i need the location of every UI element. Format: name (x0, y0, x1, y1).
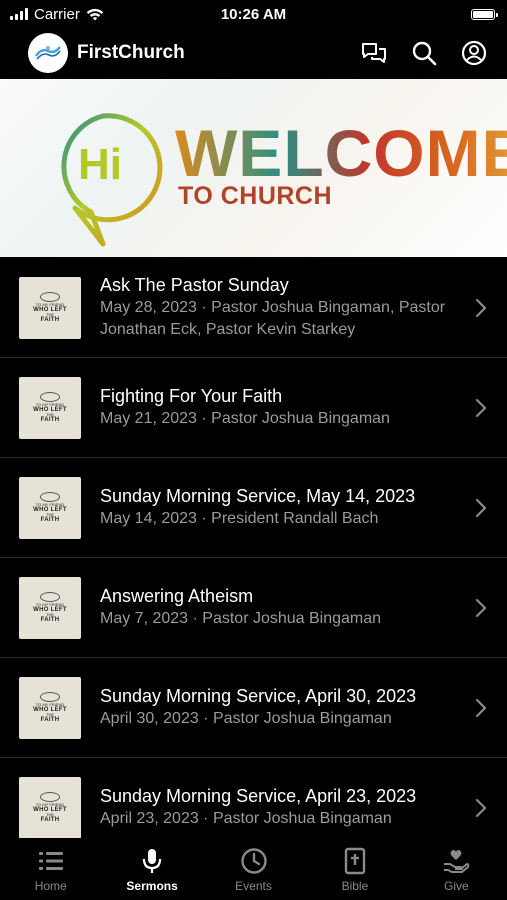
status-left: Carrier (0, 6, 104, 23)
status-bar: Carrier 10:26 AM (0, 0, 507, 28)
sermon-text: Fighting For Your Faith May 21, 2023 · Pa… (100, 385, 460, 430)
sermon-title: Answering Atheism (100, 586, 254, 606)
signal-icon (10, 8, 28, 20)
tab-give[interactable]: Give (406, 838, 507, 900)
header-actions (361, 40, 507, 66)
sermon-title: Fighting For Your Faith (100, 386, 283, 406)
sermon-title: Sunday Morning Service, April 30, 2023 (100, 686, 417, 706)
welcome-banner: Hi WELCOME TO CHURCH (0, 79, 507, 257)
status-right (471, 8, 507, 20)
sermon-thumbnail: TO MY FRIEND WHO LEFT THE FAITH (19, 676, 81, 739)
chevron-right-icon (475, 498, 487, 517)
sermon-meta: May 21, 2023 · Pastor Joshua Bingaman (100, 410, 390, 427)
sermon-row[interactable]: TO MY FRIEND WHO LEFT THE FAITH Ask The Past… (0, 258, 507, 358)
chevron-right-icon (475, 398, 487, 417)
wifi-icon (86, 8, 104, 20)
sermon-row[interactable]: TO MY FRIEND WHO LEFT THE FAITH Fighting For… (0, 358, 507, 458)
sermon-text: Answering Atheism May 7, 2023 · Pastor Jo… (100, 585, 460, 630)
tab-label: Give (443, 879, 469, 893)
tab-label: Sermons (126, 879, 178, 893)
sermon-meta: May 14, 2023 · President Randall Bach (100, 510, 379, 527)
chevron-right-icon (475, 698, 487, 717)
sermon-thumbnail: TO MY FRIEND WHO LEFT THE FAITH (19, 376, 81, 439)
sermon-row[interactable]: TO MY FRIEND WHO LEFT THE FAITH Answering At… (0, 558, 507, 658)
sermon-text: Sunday Morning Service, May 14, 2023 May … (100, 485, 460, 530)
sermon-text: Ask The Pastor Sunday May 28, 2023 · Past… (100, 274, 460, 341)
tab-label: Events (235, 879, 272, 893)
give-hand-heart-icon (442, 847, 470, 875)
hero-hi: Hi (78, 140, 122, 189)
thumbnail-line: FAITH (40, 417, 60, 423)
hero-subtitle: TO CHURCH (178, 182, 333, 210)
sermon-row[interactable]: TO MY FRIEND WHO LEFT THE FAITH Sunday Morni… (0, 458, 507, 558)
thumbnail-line: FAITH (40, 717, 60, 723)
sermon-title: Ask The Pastor Sunday (100, 275, 289, 295)
chat-bubbles-icon[interactable] (361, 41, 387, 65)
sermon-meta: April 30, 2023 · Pastor Joshua Bingaman (100, 710, 392, 727)
thumbnail-line: FAITH (40, 817, 60, 823)
profile-icon[interactable] (461, 40, 487, 66)
hero-title: WELCOME (175, 120, 507, 186)
sermon-row[interactable]: TO MY FRIEND WHO LEFT THE FAITH Sunday Morni… (0, 658, 507, 758)
thumbnail-emblem (40, 691, 60, 702)
chevron-right-icon (475, 598, 487, 617)
sermon-text: Sunday Morning Service, April 23, 2023 Ap… (100, 785, 460, 830)
search-icon[interactable] (411, 40, 437, 66)
sermon-meta: April 23, 2023 · Pastor Joshua Bingaman (100, 810, 392, 827)
sermon-thumbnail: TO MY FRIEND WHO LEFT THE FAITH (19, 776, 81, 839)
sermon-meta: May 28, 2023 · Pastor Joshua Bingaman, P… (100, 299, 446, 338)
thumbnail-emblem (40, 591, 60, 602)
chevron-right-icon (475, 798, 487, 817)
clock-icon (240, 847, 268, 875)
tab-label: Home (34, 879, 67, 893)
bible-icon (343, 847, 367, 875)
thumbnail-line: FAITH (40, 317, 60, 323)
thumbnail-emblem (40, 491, 60, 502)
app-title: FirstChurch (77, 42, 185, 63)
tab-events[interactable]: Events (203, 838, 304, 900)
church-logo-icon (28, 33, 68, 73)
microphone-icon (141, 847, 163, 875)
battery-icon (471, 8, 498, 20)
thumbnail-emblem (40, 791, 60, 802)
sermon-title: Sunday Morning Service, April 23, 2023 (100, 786, 417, 806)
tab-home[interactable]: Home (0, 838, 101, 900)
sermon-title: Sunday Morning Service, May 14, 2023 (100, 486, 416, 506)
nav-bar: FirstChurch (0, 28, 507, 78)
thumbnail-line: FAITH (40, 617, 60, 623)
sermon-thumbnail: TO MY FRIEND WHO LEFT THE FAITH (19, 276, 81, 339)
list-icon (37, 847, 65, 875)
thumbnail-emblem (40, 291, 60, 302)
chevron-right-icon (475, 298, 487, 317)
sermon-text: Sunday Morning Service, April 30, 2023 Ap… (100, 685, 460, 730)
thumbnail-line: FAITH (40, 517, 60, 523)
carrier-label: Carrier (34, 5, 80, 23)
tab-sermons[interactable]: Sermons (101, 838, 202, 900)
sermon-thumbnail: TO MY FRIEND WHO LEFT THE FAITH (19, 476, 81, 539)
tab-bible[interactable]: Bible (304, 838, 405, 900)
sermon-thumbnail: TO MY FRIEND WHO LEFT THE FAITH (19, 576, 81, 639)
tab-bar: Home Sermons Events Bible Give (0, 838, 507, 900)
tab-label: Bible (341, 879, 369, 893)
sermon-meta: May 7, 2023 · Pastor Joshua Bingaman (100, 610, 382, 627)
thumbnail-emblem (40, 391, 60, 402)
sermon-list: TO MY FRIEND WHO LEFT THE FAITH Ask The Past… (0, 258, 507, 858)
